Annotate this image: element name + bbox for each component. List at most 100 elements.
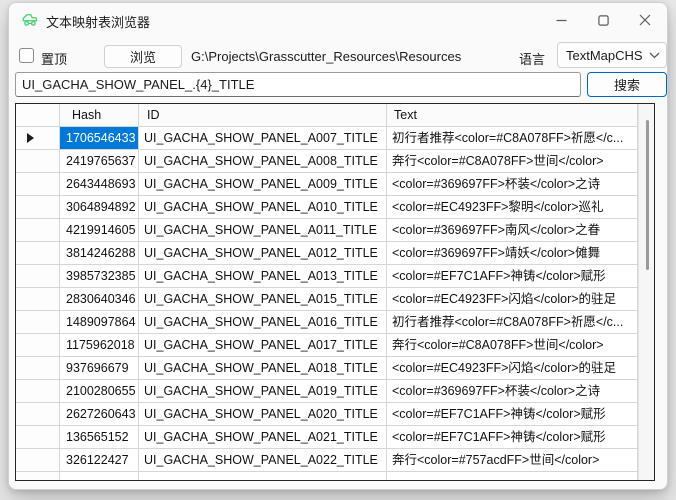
row-header-cell[interactable] [16, 449, 60, 472]
table-row[interactable]: 3814246288UI_GACHA_SHOW_PANEL_A012_TITLE… [16, 242, 638, 265]
id-cell[interactable]: UI_GACHA_SHOW_PANEL_A019_TITLE [139, 380, 387, 403]
row-header-cell[interactable] [16, 380, 60, 403]
hash-cell[interactable]: 2419765637 [60, 150, 139, 173]
id-cell[interactable]: UI_GACHA_SHOW_PANEL_A011_TITLE [139, 219, 387, 242]
row-header-cell[interactable] [16, 242, 60, 265]
id-cell[interactable]: UI_GACHA_SHOW_PANEL_A008_TITLE [139, 150, 387, 173]
id-cell[interactable]: UI_GACHA_SHOW_PANEL_A021_TITLE [139, 426, 387, 449]
table-row[interactable]: 136565152UI_GACHA_SHOW_PANEL_A021_TITLE<… [16, 426, 638, 449]
vertical-scrollbar[interactable] [638, 104, 654, 480]
column-header-text[interactable]: Text [387, 104, 638, 127]
row-header-cell[interactable] [16, 173, 60, 196]
id-cell[interactable]: UI_GACHA_SHOW_PANEL_A010_TITLE [139, 196, 387, 219]
hash-cell[interactable]: 1706546433 [60, 127, 139, 150]
text-cell[interactable] [387, 472, 638, 480]
table-row[interactable]: 2627260643UI_GACHA_SHOW_PANEL_A020_TITLE… [16, 403, 638, 426]
id-cell[interactable]: UI_GACHA_SHOW_PANEL_A015_TITLE [139, 288, 387, 311]
text-cell[interactable]: <color=#EC4923FF>闪焰</color>的驻足 [387, 357, 638, 380]
table-row[interactable]: 3064894892UI_GACHA_SHOW_PANEL_A010_TITLE… [16, 196, 638, 219]
id-cell[interactable]: UI_GACHA_SHOW_PANEL_A018_TITLE [139, 357, 387, 380]
text-cell[interactable]: <color=#EC4923FF>闪焰</color>的驻足 [387, 288, 638, 311]
text-cell[interactable]: <color=#EF7C1AFF>神铸</color>赋形 [387, 265, 638, 288]
text-cell[interactable]: 奔行<color=#757acdFF>世间</color> [387, 449, 638, 472]
id-cell[interactable]: UI_GACHA_SHOW_PANEL_A009_TITLE [139, 173, 387, 196]
table-row[interactable]: 937696679UI_GACHA_SHOW_PANEL_A018_TITLE<… [16, 357, 638, 380]
pin-on-top-checkbox[interactable] [19, 48, 34, 63]
browse-button[interactable]: 浏览 [104, 45, 182, 68]
row-header-cell[interactable] [16, 311, 60, 334]
text-cell[interactable]: 初行者推荐<color=#C8A078FF>祈愿</c... [387, 311, 638, 334]
title-bar[interactable]: 文本映射表浏览器 [9, 3, 667, 37]
text-cell[interactable]: <color=#EF7C1AFF>神铸</color>赋形 [387, 403, 638, 426]
id-cell[interactable]: UI_GACHA_SHOW_PANEL_A017_TITLE [139, 334, 387, 357]
hash-cell[interactable]: 3064894892 [60, 196, 139, 219]
table-header-row: Hash ID Text [16, 104, 654, 127]
text-cell[interactable]: <color=#369697FF>靖妖</color>傩舞 [387, 242, 638, 265]
column-header-id[interactable]: ID [139, 104, 387, 127]
close-button[interactable] [623, 3, 667, 37]
table-row[interactable]: 1706546433UI_GACHA_SHOW_PANEL_A007_TITLE… [16, 127, 638, 150]
search-input[interactable] [15, 72, 581, 97]
hash-cell[interactable]: 3814246288 [60, 242, 139, 265]
hash-cell[interactable]: 2627260643 [60, 403, 139, 426]
text-cell[interactable]: <color=#369697FF>杯装</color>之诗 [387, 173, 638, 196]
id-cell[interactable]: UI_GACHA_SHOW_PANEL_A022_TITLE [139, 449, 387, 472]
id-cell[interactable]: UI_GACHA_SHOW_PANEL_A020_TITLE [139, 403, 387, 426]
text-cell[interactable]: <color=#EC4923FF>黎明</color>巡礼 [387, 196, 638, 219]
text-cell[interactable]: 奔行<color=#C8A078FF>世间</color> [387, 334, 638, 357]
maximize-button[interactable] [581, 3, 625, 37]
scrollbar-thumb[interactable] [646, 120, 649, 270]
row-header-cell[interactable] [16, 150, 60, 173]
column-header-hash[interactable]: Hash [60, 104, 139, 127]
row-header-cell[interactable] [16, 426, 60, 449]
id-cell[interactable]: UI_GACHA_SHOW_PANEL_A012_TITLE [139, 242, 387, 265]
chevron-down-icon [649, 46, 660, 64]
hash-cell[interactable]: 2830640346 [60, 288, 139, 311]
table-row[interactable]: 1489097864UI_GACHA_SHOW_PANEL_A016_TITLE… [16, 311, 638, 334]
row-header-cell[interactable] [16, 334, 60, 357]
hash-cell[interactable]: 1489097864 [60, 311, 139, 334]
id-cell[interactable]: UI_GACHA_SHOW_PANEL_A007_TITLE [139, 127, 387, 150]
table-row[interactable]: 2100280655UI_GACHA_SHOW_PANEL_A019_TITLE… [16, 380, 638, 403]
row-header-cell[interactable] [16, 472, 60, 480]
hash-cell[interactable]: 326122427 [60, 449, 139, 472]
id-cell[interactable]: UI_GACHA_SHOW_PANEL_A013_TITLE [139, 265, 387, 288]
row-header-cell[interactable] [16, 403, 60, 426]
table-row[interactable]: 326122427UI_GACHA_SHOW_PANEL_A022_TITLE奔… [16, 449, 638, 472]
text-cell[interactable]: <color=#369697FF>杯装</color>之诗 [387, 380, 638, 403]
id-cell[interactable]: UI_GACHA_SHOW_PANEL_A016_TITLE [139, 311, 387, 334]
row-header-cell[interactable] [16, 219, 60, 242]
hash-cell[interactable]: 3985732385 [60, 265, 139, 288]
hash-cell[interactable]: 136565152 [60, 426, 139, 449]
pin-on-top-label[interactable]: 置顶 [41, 49, 67, 68]
search-button-label: 搜索 [614, 75, 640, 94]
table-row[interactable]: 2643448693UI_GACHA_SHOW_PANEL_A009_TITLE… [16, 173, 638, 196]
window-title: 文本映射表浏览器 [46, 12, 150, 31]
table-row[interactable]: 3985732385UI_GACHA_SHOW_PANEL_A013_TITLE… [16, 265, 638, 288]
text-cell[interactable]: 奔行<color=#C8A078FF>世间</color> [387, 150, 638, 173]
text-cell[interactable]: <color=#EF7C1AFF>神铸</color>赋形 [387, 426, 638, 449]
hash-cell[interactable]: 4219914605 [60, 219, 139, 242]
row-header-cell[interactable] [16, 357, 60, 380]
row-header-cell[interactable] [16, 127, 60, 150]
hash-cell[interactable]: 937696679 [60, 357, 139, 380]
hash-cell[interactable] [60, 472, 139, 480]
hash-cell[interactable]: 2100280655 [60, 380, 139, 403]
language-select[interactable]: TextMapCHS [557, 42, 667, 68]
table-row[interactable]: 2830640346UI_GACHA_SHOW_PANEL_A015_TITLE… [16, 288, 638, 311]
minimize-button[interactable] [539, 3, 583, 37]
search-button[interactable]: 搜索 [587, 72, 667, 97]
hash-cell[interactable]: 1175962018 [60, 334, 139, 357]
table-row[interactable]: 4219914605UI_GACHA_SHOW_PANEL_A011_TITLE… [16, 219, 638, 242]
row-header-cell[interactable] [16, 288, 60, 311]
row-header-cell[interactable] [16, 265, 60, 288]
table-row[interactable]: 2419765637UI_GACHA_SHOW_PANEL_A008_TITLE… [16, 150, 638, 173]
table-row[interactable] [16, 472, 638, 480]
hash-cell[interactable]: 2643448693 [60, 173, 139, 196]
text-cell[interactable]: 初行者推荐<color=#C8A078FF>祈愿</c... [387, 127, 638, 150]
text-cell[interactable]: <color=#369697FF>南风</color>之眷 [387, 219, 638, 242]
row-header-cell[interactable] [16, 196, 60, 219]
table-row[interactable]: 1175962018UI_GACHA_SHOW_PANEL_A017_TITLE… [16, 334, 638, 357]
table-body: 1706546433UI_GACHA_SHOW_PANEL_A007_TITLE… [16, 127, 638, 480]
id-cell[interactable] [139, 472, 387, 480]
